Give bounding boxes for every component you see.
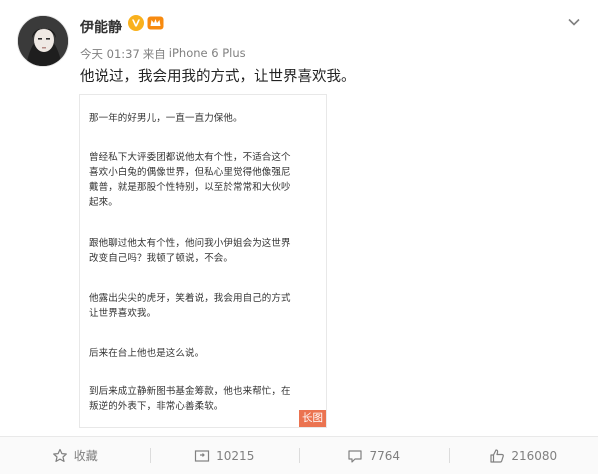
long-image-paragraph-3: 跟他聊过他太有个性，他问我小伊姐会为这世界 改变自己吗？我顿了顿说，不会。 — [89, 238, 291, 264]
post-text: 他说过，我会用我的方式，让世界喜欢我。 — [80, 69, 356, 85]
long-image-badge: 长图 — [299, 410, 326, 427]
action-bar: 收藏 10215 7764 216080 — [0, 437, 598, 474]
star-icon — [52, 448, 67, 462]
source-prefix: 来自 — [142, 47, 166, 61]
like-count: 216080 — [511, 448, 558, 463]
favorite-label: 收藏 — [73, 449, 98, 463]
long-image-paragraph-4: 他露出尖尖的虎牙，笑着说，我会用自己的方式 让世界喜欢我。 — [89, 293, 291, 319]
comment-button[interactable]: 7764 — [299, 437, 449, 474]
comment-icon — [348, 449, 363, 463]
weibo-post-card: 伊能静 今天 01:37 来自 iPhone 6 Plus 他说过，我会用我的方… — [0, 0, 598, 474]
like-button[interactable]: 216080 — [448, 437, 598, 474]
avatar[interactable] — [17, 15, 69, 67]
post-meta: 今天 01:37 来自 iPhone 6 Plus — [80, 46, 246, 62]
user-badges — [128, 15, 164, 31]
long-image-paragraph-5: 后来在台上他也是这么说。 — [89, 348, 205, 359]
favorite-button[interactable]: 收藏 — [0, 437, 150, 474]
verified-v-icon[interactable] — [128, 15, 144, 31]
post-time[interactable]: 今天 01:37 — [80, 46, 140, 62]
thumbs-up-icon — [490, 448, 505, 463]
post-source[interactable]: iPhone 6 Plus — [169, 46, 246, 62]
long-image-paragraph-6: 到后来成立静新图书基金筹款，他也来帮忙，在 叛逆的外表下，非常心善柔软。 — [89, 386, 291, 412]
repost-icon — [195, 449, 210, 462]
username[interactable]: 伊能静 — [80, 17, 122, 37]
long-image-paragraph-2: 曾经私下大评委团都说他太有个性，不适合这个 喜欢小白兔的偶像世界，但私心里觉得他… — [89, 152, 291, 208]
long-image-paragraph-1: 那一年的好男儿，一直一直力保他。 — [89, 113, 243, 124]
repost-count: 10215 — [216, 448, 255, 463]
chevron-down-icon[interactable] — [566, 14, 582, 30]
avatar-portrait-icon — [18, 16, 68, 66]
member-crown-icon[interactable] — [147, 15, 164, 31]
long-image[interactable]: 那一年的好男儿，一直一直力保他。 曾经私下大评委团都说他太有个性，不适合这个 喜… — [79, 94, 327, 428]
comment-count: 7764 — [369, 448, 401, 463]
repost-button[interactable]: 10215 — [149, 437, 300, 474]
